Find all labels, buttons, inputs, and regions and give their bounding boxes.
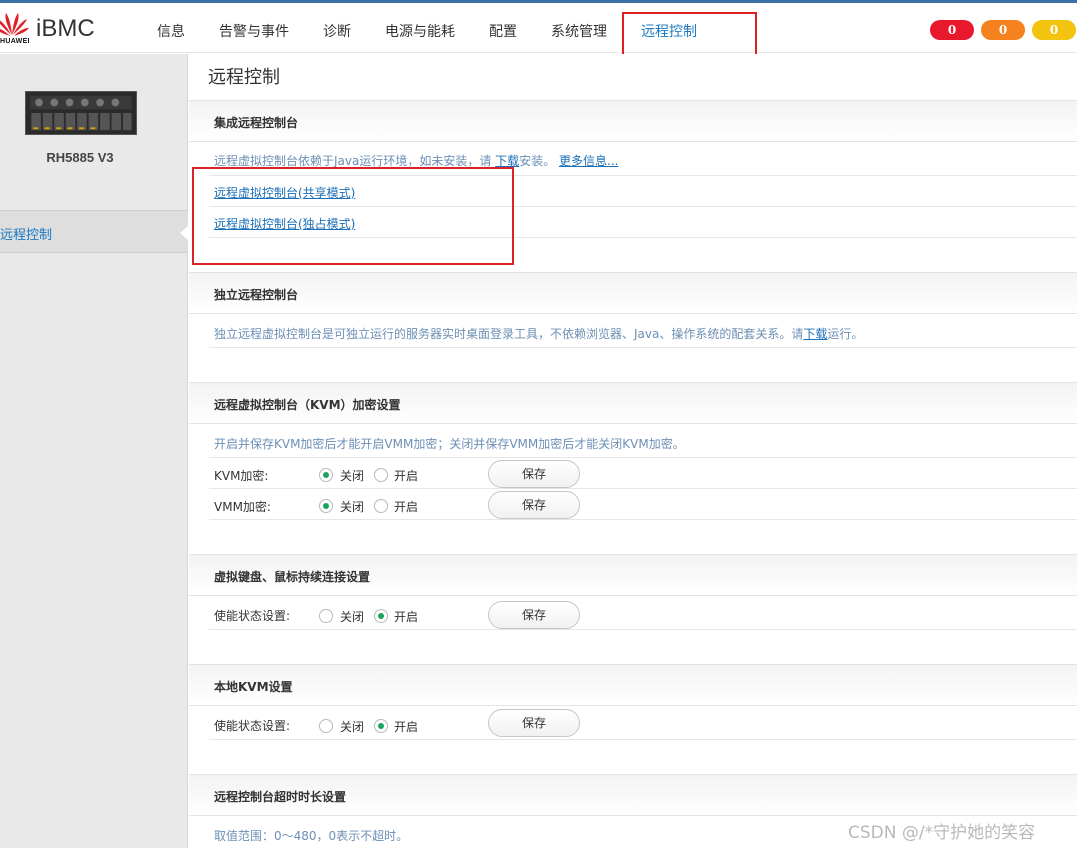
critical-alarm-badge[interactable]: 0 xyxy=(930,20,974,40)
divider xyxy=(209,347,1077,348)
standalone-console-desc: 独立远程虚拟控制台是可独立运行的服务器实时桌面登录工具，不依赖浏览器、Java、… xyxy=(214,325,863,342)
local-kvm-enable-label: 使能状态设置: xyxy=(214,719,291,733)
section-kvm-encryption: 远程虚拟控制台（KVM）加密设置 xyxy=(189,382,1077,424)
radio-label: 开启 xyxy=(394,500,419,514)
persistent-off-radio[interactable] xyxy=(319,609,333,623)
section-title: 远程控制台超时时长设置 xyxy=(214,790,347,804)
nav-config[interactable]: 配置 xyxy=(489,21,517,41)
nav-alarms-events[interactable]: 告警与事件 xyxy=(219,21,289,41)
radio-label: 开启 xyxy=(394,720,419,734)
radio-label: 关闭 xyxy=(340,469,365,483)
section-title: 本地KVM设置 xyxy=(214,680,293,694)
server-image xyxy=(25,91,137,135)
divider xyxy=(209,629,1077,630)
local-kvm-save-button[interactable]: 保存 xyxy=(488,709,580,737)
vmm-encryption-save-button[interactable]: 保存 xyxy=(488,491,580,519)
divider xyxy=(209,519,1077,520)
main-content: 远程控制 集成远程控制台 远程虚拟控制台依赖于Java运行环境，如未安装，请 下… xyxy=(189,54,1077,848)
kvm-encryption-desc: 开启并保存KVM加密后才能开启VMM加密；关闭并保存VMM加密后才能关闭KVM加… xyxy=(214,437,685,451)
local-kvm-off-radio[interactable] xyxy=(319,719,333,733)
timeout-range-desc: 取值范围：0～480，0表示不超时。 xyxy=(214,829,409,843)
section-title: 远程虚拟控制台（KVM）加密设置 xyxy=(214,398,401,412)
watermark: CSDN @/*守护她的笑容 xyxy=(848,823,1036,843)
nav-power-energy[interactable]: 电源与能耗 xyxy=(385,21,455,41)
standalone-download-link[interactable]: 下载 xyxy=(803,327,827,341)
desc-text: 安装。 xyxy=(519,154,560,168)
divider xyxy=(209,457,1077,458)
section-persistent-connection: 虚拟键盘、鼠标持续连接设置 xyxy=(189,554,1077,596)
radio-label: 开启 xyxy=(394,610,419,624)
local-kvm-on-radio[interactable] xyxy=(374,719,388,733)
kvm-encryption-save-button[interactable]: 保存 xyxy=(488,460,580,488)
top-bar: HUAWEI iBMC 信息 告警与事件 诊断 电源与能耗 配置 系统管理 远程… xyxy=(0,3,1077,53)
server-model-name: RH5885 V3 xyxy=(46,150,114,165)
radio-label: 关闭 xyxy=(340,500,365,514)
kvm-encryption-label: KVM加密: xyxy=(214,469,269,483)
divider xyxy=(209,739,1077,740)
huawei-wordmark: HUAWEI xyxy=(0,38,30,45)
more-info-link[interactable]: 更多信息... xyxy=(559,154,618,168)
minor-alarm-badge[interactable]: 0 xyxy=(1032,20,1076,40)
console-links-highlight-box xyxy=(192,167,514,265)
radio-label: 开启 xyxy=(394,469,419,483)
section-standalone-console: 独立远程控制台 xyxy=(189,272,1077,314)
persistent-on-radio[interactable] xyxy=(374,609,388,623)
kvm-encryption-off-radio[interactable] xyxy=(319,468,333,482)
major-alarm-badge[interactable]: 0 xyxy=(981,20,1025,40)
page-title: 远程控制 xyxy=(208,67,280,88)
huawei-logo-icon xyxy=(0,13,29,36)
app-title: iBMC xyxy=(36,15,95,42)
persistent-enable-label: 使能状态设置: xyxy=(214,609,291,623)
section-title: 虚拟键盘、鼠标持续连接设置 xyxy=(214,570,371,584)
section-title: 独立远程控制台 xyxy=(214,288,299,302)
kvm-encryption-on-radio[interactable] xyxy=(374,468,388,482)
desc-text: 独立远程虚拟控制台是可独立运行的服务器实时桌面登录工具，不依赖浏览器、Java、… xyxy=(214,327,804,341)
java-download-link[interactable]: 下载 xyxy=(495,154,519,168)
radio-label: 关闭 xyxy=(340,610,365,624)
section-console-timeout: 远程控制台超时时长设置 xyxy=(189,774,1077,816)
desc-text: 运行。 xyxy=(827,327,864,341)
active-pointer-icon xyxy=(180,225,189,241)
sidebar-item-label: 远程控制 xyxy=(0,228,53,243)
radio-label: 关闭 xyxy=(340,720,365,734)
desc-text: 远程虚拟控制台依赖于Java运行环境，如未安装，请 xyxy=(214,154,496,168)
divider xyxy=(209,488,1077,489)
vmm-encryption-off-radio[interactable] xyxy=(319,499,333,513)
persistent-save-button[interactable]: 保存 xyxy=(488,601,580,629)
section-integrated-console: 集成远程控制台 xyxy=(189,100,1077,142)
nav-info[interactable]: 信息 xyxy=(157,21,185,41)
vmm-encryption-on-radio[interactable] xyxy=(374,499,388,513)
section-local-kvm: 本地KVM设置 xyxy=(189,664,1077,706)
nav-system-management[interactable]: 系统管理 xyxy=(551,21,607,41)
section-title: 集成远程控制台 xyxy=(214,116,299,130)
nav-diagnostics[interactable]: 诊断 xyxy=(323,21,351,41)
vmm-encryption-label: VMM加密: xyxy=(214,500,271,514)
sidebar-item-remote-control[interactable]: 远程控制 xyxy=(0,210,189,253)
sidebar: RH5885 V3 远程控制 xyxy=(0,54,189,848)
